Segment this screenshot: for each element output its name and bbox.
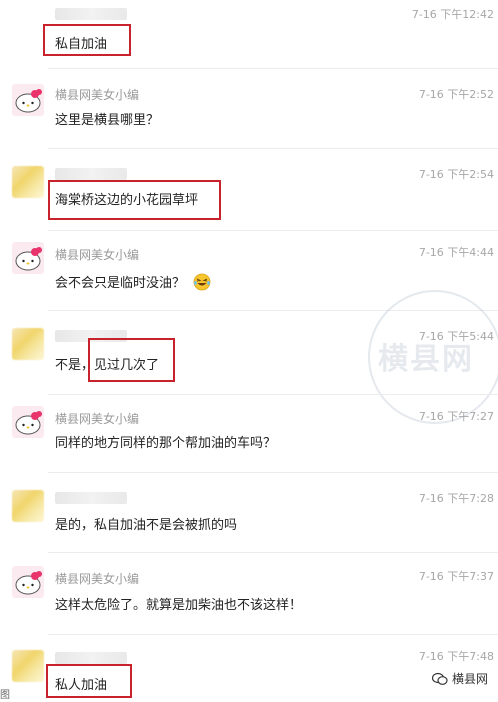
message-text: 这样太危险了。就算是加柴油也不该这样！	[55, 598, 303, 613]
sender-name: 横县网美女小编	[55, 572, 140, 586]
sender-name-blurred	[55, 8, 127, 20]
divider	[48, 68, 498, 69]
avatar	[12, 490, 44, 522]
sender-name: 横县网美女小编	[55, 248, 140, 262]
sender-name: 横县网美女小编	[55, 412, 140, 426]
wechat-account-icon	[431, 672, 448, 685]
watermark-seal: 横县网	[368, 290, 498, 424]
message-time: 7-16 下午5:44	[418, 330, 494, 343]
avatar	[12, 242, 44, 274]
caption-fragment: 图	[0, 690, 10, 701]
highlight-box	[43, 24, 131, 56]
sender-name-blurred	[55, 492, 127, 504]
sender-name-blurred	[55, 168, 127, 180]
message-time: 7-16 下午12:42	[411, 8, 494, 21]
message-text: 会不会只是临时没油？	[55, 272, 211, 291]
brand-name: 横县网	[451, 672, 488, 686]
hello-kitty-avatar-icon	[15, 571, 42, 595]
avatar	[12, 650, 44, 682]
highlight-box	[48, 180, 221, 220]
divider	[48, 230, 498, 231]
sender-name: 横县网美女小编	[55, 88, 140, 102]
divider	[48, 472, 498, 473]
message-text-content: 会不会只是临时没油？	[55, 276, 186, 291]
message-time: 7-16 下午2:52	[418, 88, 494, 101]
brand-logo: 横县网	[431, 670, 488, 687]
message-text: 是的，私自加油不是会被抓的吗	[55, 518, 238, 533]
message-time: 7-16 下午7:28	[418, 492, 494, 505]
hello-kitty-avatar-icon	[15, 411, 42, 435]
message-time: 7-16 下午2:54	[418, 168, 494, 181]
hello-kitty-avatar-icon	[15, 247, 42, 271]
hello-kitty-avatar-icon	[15, 89, 42, 113]
message-time: 7-16 下午7:37	[418, 570, 494, 583]
highlight-box	[88, 338, 175, 382]
avatar	[12, 328, 44, 360]
laughing-crying-emoji-icon	[193, 273, 211, 291]
message-time: 7-16 下午7:27	[418, 410, 494, 423]
divider	[48, 148, 498, 149]
highlight-box	[46, 664, 132, 698]
divider	[48, 552, 498, 553]
divider	[48, 394, 498, 395]
avatar	[12, 84, 44, 116]
message-time: 7-16 下午4:44	[418, 246, 494, 259]
avatar	[12, 406, 44, 438]
avatar	[12, 166, 44, 198]
divider	[48, 634, 498, 635]
message-time: 7-16 下午7:48	[418, 650, 494, 663]
message-text: 这里是横县哪里？	[55, 113, 160, 128]
sender-name-blurred	[55, 652, 127, 664]
avatar	[12, 566, 44, 598]
message-text: 同样的地方同样的那个帮加油的车吗？	[55, 436, 277, 451]
